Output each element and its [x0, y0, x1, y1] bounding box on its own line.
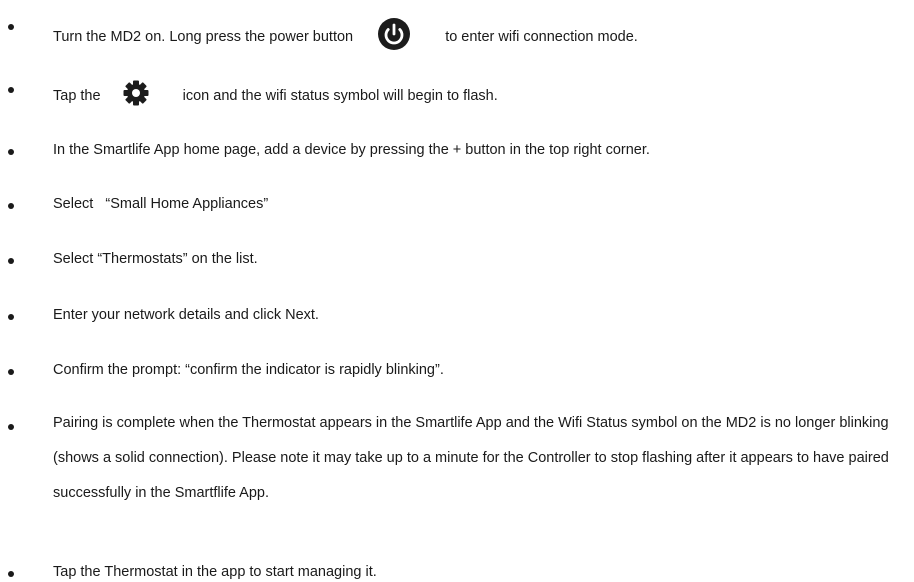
step-text: Tap the icon and the wifi status symbol … [53, 80, 908, 112]
step-text: In the Smartlife App home page, add a de… [53, 142, 650, 158]
step-text: Tap the Thermostat in the app to start m… [53, 564, 377, 580]
power-icon [377, 17, 411, 57]
step-text: Select “Thermostats” on the list. [53, 251, 258, 267]
bullet [8, 203, 14, 209]
step-text-before: Turn the MD2 on. Long press the power bu… [53, 28, 354, 45]
bullet [8, 571, 14, 577]
bullet [8, 314, 14, 320]
step-text: Turn the MD2 on. Long press the power bu… [53, 17, 908, 57]
bullet [8, 87, 14, 93]
bullet [8, 24, 14, 30]
step-text: Confirm the prompt: “confirm the indicat… [53, 362, 444, 378]
bullet [8, 149, 14, 155]
bullet [8, 424, 14, 430]
gear-icon [123, 80, 149, 112]
bullet [8, 258, 14, 264]
step-text-after: to enter wifi connection mode. [445, 28, 638, 45]
step-text: Select “Small Home Appliances” [53, 196, 269, 212]
step-text: Pairing is complete when the Thermostat … [53, 415, 889, 501]
step-text: Enter your network details and click Nex… [53, 307, 319, 323]
bullet [8, 369, 14, 375]
step-text-after: icon and the wifi status symbol will beg… [182, 87, 498, 104]
step-text-before: Tap the [53, 87, 101, 104]
